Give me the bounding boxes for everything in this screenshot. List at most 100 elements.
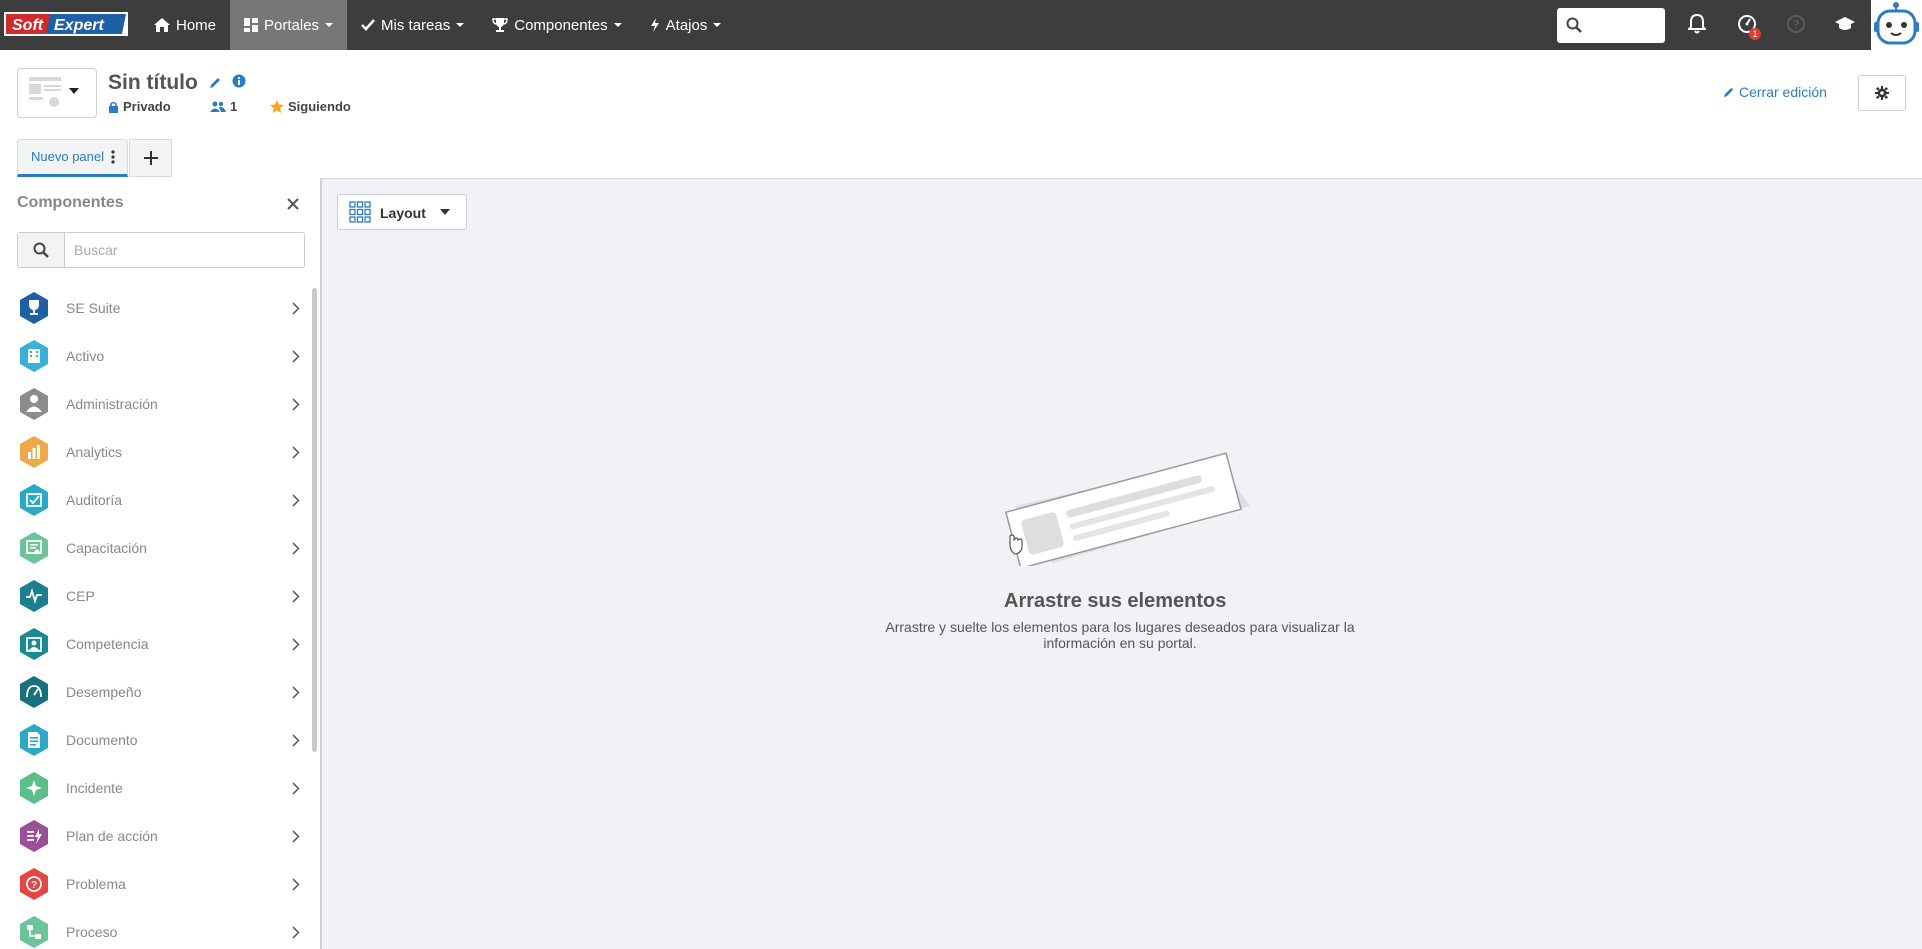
process-icon <box>20 916 48 948</box>
component-item-label: Analytics <box>66 444 123 460</box>
component-item[interactable]: Proceso <box>0 908 310 949</box>
help-icon[interactable]: ? <box>1786 14 1806 34</box>
chevron-right-icon <box>292 829 300 843</box>
empty-state-title: Arrastre sus elementos <box>1004 590 1227 612</box>
components-list: SE Suite Activo Administración Analytics Aud… <box>0 284 310 949</box>
dashboard-icon <box>244 18 259 32</box>
home-icon <box>154 18 170 32</box>
gauge-icon <box>20 676 48 708</box>
component-item-label: Incidente <box>66 780 123 796</box>
tab-nuevo-panel[interactable]: Nuevo panel <box>17 139 128 177</box>
document-icon <box>20 724 48 756</box>
building-icon <box>20 340 48 372</box>
members-label: 1 <box>230 99 238 114</box>
empty-state-description: Arrastre y suelte los elementos para los… <box>885 619 1355 651</box>
nav-componentes[interactable]: Componentes <box>478 0 635 50</box>
nav-portales[interactable]: Portales <box>230 0 348 50</box>
nav-atajos-label: Atajos <box>665 16 708 34</box>
chevron-right-icon <box>292 733 300 747</box>
softexpert-logo[interactable]: Soft Expert <box>4 10 128 38</box>
components-search-input[interactable] <box>66 233 304 267</box>
components-scrollbar[interactable] <box>312 288 317 752</box>
lock-icon <box>109 101 118 113</box>
caret-down-icon <box>613 23 622 27</box>
nav-atajos[interactable]: Atajos <box>636 0 736 50</box>
more-vertical-icon[interactable] <box>111 150 115 164</box>
portal-thumbnail-icon <box>29 77 61 107</box>
components-search <box>17 232 305 268</box>
plus-icon <box>143 151 158 165</box>
components-panel-title: Componentes <box>17 194 124 211</box>
component-item[interactable]: Capacitación <box>0 524 310 572</box>
logo-soft: Soft <box>12 17 44 34</box>
component-item[interactable]: ? Problema <box>0 860 310 908</box>
layout-button-label: Layout <box>380 205 426 221</box>
tab-label: Nuevo panel <box>31 149 104 164</box>
top-navbar: Soft Expert Home Portales Mis tareas Com… <box>0 0 1922 50</box>
component-item[interactable]: Analytics <box>0 428 310 476</box>
component-item[interactable]: Documento <box>0 716 310 764</box>
drag-illustration <box>1004 452 1250 566</box>
component-item[interactable]: Incidente <box>0 764 310 812</box>
privacy-status[interactable]: Privado <box>108 99 171 114</box>
chevron-right-icon <box>292 637 300 651</box>
portal-thumbnail-dropdown[interactable] <box>17 68 97 118</box>
trophy-icon <box>20 292 48 324</box>
close-edit-link[interactable]: Cerrar edición <box>1722 84 1827 100</box>
users-icon <box>210 101 226 112</box>
close-edit-label: Cerrar edición <box>1739 84 1827 100</box>
component-item[interactable]: Competencia <box>0 620 310 668</box>
settings-button[interactable] <box>1858 75 1906 111</box>
component-item[interactable]: Plan de acción <box>0 812 310 860</box>
component-item[interactable]: Desempeño <box>0 668 310 716</box>
logo-expert: Expert <box>54 17 104 34</box>
chevron-right-icon <box>292 685 300 699</box>
search-icon <box>1566 17 1582 33</box>
layout-button[interactable]: Layout <box>337 194 467 230</box>
close-icon[interactable] <box>287 198 299 210</box>
incident-icon <box>20 772 48 804</box>
chevron-right-icon <box>292 589 300 603</box>
following-status[interactable]: Siguiendo <box>270 99 351 114</box>
caret-down-icon <box>69 88 79 94</box>
components-search-button[interactable] <box>18 233 65 267</box>
trophy-icon <box>492 18 508 32</box>
chevron-right-icon <box>292 541 300 555</box>
robot-icon <box>1874 2 1919 45</box>
component-item-label: Competencia <box>66 636 149 652</box>
nav-home[interactable]: Home <box>140 0 230 50</box>
component-item[interactable]: SE Suite <box>0 284 310 332</box>
audit-icon <box>20 484 48 516</box>
assistant-bot-button[interactable] <box>1871 0 1922 50</box>
members-count[interactable]: 1 <box>210 99 237 114</box>
add-tab-button[interactable] <box>129 139 172 177</box>
bell-icon[interactable] <box>1688 14 1706 34</box>
component-item[interactable]: Administración <box>0 380 310 428</box>
line-chart-icon <box>20 580 48 612</box>
grid-icon <box>349 201 371 223</box>
chevron-right-icon <box>292 445 300 459</box>
component-item-label: Problema <box>66 876 126 892</box>
person-icon <box>20 388 48 420</box>
graduation-cap-icon[interactable] <box>1834 16 1856 32</box>
component-item-label: Administración <box>66 396 158 412</box>
portal-header <box>0 50 1922 178</box>
component-item[interactable]: CEP <box>0 572 310 620</box>
info-icon[interactable] <box>232 74 246 88</box>
nav-mis-tareas[interactable]: Mis tareas <box>347 0 478 50</box>
problem-icon: ? <box>20 868 48 900</box>
main-nav: Home Portales Mis tareas Componentes Ata… <box>140 0 735 50</box>
pencil-icon[interactable] <box>208 76 222 90</box>
component-item-label: SE Suite <box>66 300 121 316</box>
component-item-label: Capacitación <box>66 540 147 556</box>
star-icon <box>270 100 284 113</box>
component-item[interactable]: Activo <box>0 332 310 380</box>
component-item-label: Documento <box>66 732 138 748</box>
caret-down-icon <box>456 23 465 27</box>
nav-home-label: Home <box>176 16 217 34</box>
chevron-right-icon <box>292 781 300 795</box>
component-item-label: Desempeño <box>66 684 142 700</box>
component-item-label: Proceso <box>66 924 118 940</box>
svg-text:?: ? <box>31 880 37 891</box>
component-item[interactable]: Auditoría <box>0 476 310 524</box>
